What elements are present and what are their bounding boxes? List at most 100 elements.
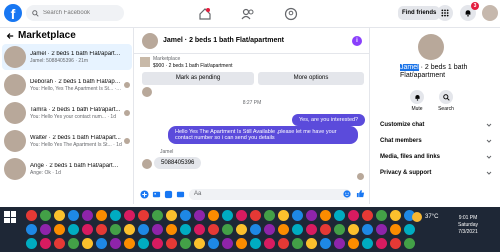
taskbar-app-icon[interactable]	[82, 238, 93, 249]
taskbar-app-icon[interactable]	[320, 238, 331, 249]
system-clock[interactable]: 9:01 PM Saturday 7/3/2021	[455, 215, 481, 236]
conversation-item[interactable]: Walter · 2 beds 1 bath Flat/apart... You…	[2, 128, 132, 154]
taskbar-app-icon[interactable]	[306, 210, 317, 221]
taskbar-app-icon[interactable]	[194, 238, 205, 249]
taskbar-app-icon[interactable]	[348, 224, 359, 235]
taskbar-app-icon[interactable]	[124, 210, 135, 221]
taskbar-app-icon[interactable]	[40, 224, 51, 235]
menu-button[interactable]	[437, 5, 453, 21]
groups-icon[interactable]	[284, 7, 298, 21]
weather-widget[interactable]: 37°C	[412, 212, 438, 222]
taskbar-app-icon[interactable]	[236, 238, 247, 249]
taskbar-app-icon[interactable]	[96, 238, 107, 249]
taskbar-app-icon[interactable]	[110, 238, 121, 249]
taskbar-app-icon[interactable]	[26, 224, 37, 235]
taskbar-app-icon[interactable]	[180, 210, 191, 221]
taskbar-app-icon[interactable]	[264, 224, 275, 235]
mute-button[interactable]: Mute	[405, 90, 429, 112]
taskbar-app-icon[interactable]	[82, 224, 93, 235]
chat-members-row[interactable]: Chat members	[380, 138, 492, 144]
sticker-icon[interactable]	[164, 190, 173, 199]
start-button[interactable]	[4, 211, 16, 223]
avatar[interactable]	[142, 32, 158, 49]
taskbar-app-icon[interactable]	[320, 224, 331, 235]
taskbar-app-icon[interactable]	[194, 224, 205, 235]
gif-icon[interactable]	[176, 190, 185, 199]
taskbar-app-icon[interactable]	[278, 238, 289, 249]
listing-price-title[interactable]: $900 · 2 beds 1 bath Flat/apartment	[153, 63, 233, 69]
taskbar-app-icon[interactable]	[362, 224, 373, 235]
taskbar-app-icon[interactable]	[96, 210, 107, 221]
taskbar-app-icon[interactable]	[82, 210, 93, 221]
taskbar-app-icon[interactable]	[222, 210, 233, 221]
media-files-links-row[interactable]: Media, files and links	[380, 154, 492, 160]
taskbar-app-icon[interactable]	[152, 238, 163, 249]
taskbar-app-icon[interactable]	[306, 238, 317, 249]
taskbar-app-icon[interactable]	[40, 210, 51, 221]
conversation-item[interactable]: Deborah · 2 beds 1 bath Flat/apar... You…	[2, 72, 132, 98]
taskbar-app-icon[interactable]	[404, 238, 415, 249]
taskbar-app-icon[interactable]	[292, 238, 303, 249]
conversation-item[interactable]: Tamra · 2 beds 1 bath Flat/apart... You:…	[2, 100, 132, 126]
taskbar-app-icon[interactable]	[390, 210, 401, 221]
taskbar-app-icon[interactable]	[68, 210, 79, 221]
taskbar-app-icon[interactable]	[124, 224, 135, 235]
thumbs-up-icon[interactable]	[356, 189, 365, 198]
taskbar-app-icon[interactable]	[208, 210, 219, 221]
taskbar-app-icon[interactable]	[138, 224, 149, 235]
taskbar-app-icon[interactable]	[250, 210, 261, 221]
taskbar-app-icon[interactable]	[278, 224, 289, 235]
chat-title[interactable]: Jamel · 2 beds 1 bath Flat/apartment	[163, 37, 284, 44]
taskbar-app-icon[interactable]	[306, 224, 317, 235]
facebook-logo[interactable]: f	[4, 4, 22, 22]
info-icon[interactable]: i	[352, 36, 362, 46]
search-input[interactable]	[43, 10, 123, 16]
taskbar-app-icon[interactable]	[250, 224, 261, 235]
find-friends-button[interactable]: Find friends	[398, 6, 441, 20]
taskbar-app-icon[interactable]	[54, 238, 65, 249]
taskbar-app-icon[interactable]	[40, 238, 51, 249]
taskbar-app-icon[interactable]	[194, 210, 205, 221]
taskbar-app-icon[interactable]	[96, 224, 107, 235]
customize-chat-row[interactable]: Customize chat	[380, 122, 492, 128]
taskbar-app-icon[interactable]	[236, 210, 247, 221]
more-options-button[interactable]: More options	[258, 72, 364, 85]
taskbar-app-icon[interactable]	[362, 210, 373, 221]
taskbar-app-icon[interactable]	[208, 224, 219, 235]
taskbar-app-icon[interactable]	[54, 224, 65, 235]
friends-icon[interactable]	[241, 7, 255, 21]
taskbar-app-icon[interactable]	[124, 238, 135, 249]
taskbar-app-icon[interactable]	[334, 210, 345, 221]
profile-avatar[interactable]	[482, 5, 498, 21]
emoji-icon[interactable]	[343, 190, 351, 198]
taskbar-app-icon[interactable]	[110, 210, 121, 221]
taskbar-app-icon[interactable]	[292, 210, 303, 221]
taskbar-app-icon[interactable]	[68, 238, 79, 249]
back-arrow-icon[interactable]	[6, 32, 14, 40]
taskbar-app-icon[interactable]	[404, 224, 415, 235]
taskbar-app-icon[interactable]	[250, 238, 261, 249]
notifications-button[interactable]: 3	[460, 2, 479, 21]
home-icon[interactable]	[198, 7, 212, 21]
photo-icon[interactable]	[152, 190, 161, 199]
taskbar-app-icon[interactable]	[376, 210, 387, 221]
taskbar-app-icon[interactable]	[222, 224, 233, 235]
taskbar-app-icon[interactable]	[292, 224, 303, 235]
taskbar-app-icon[interactable]	[110, 224, 121, 235]
taskbar-app-icon[interactable]	[264, 238, 275, 249]
taskbar-app-icon[interactable]	[278, 210, 289, 221]
taskbar-app-icon[interactable]	[166, 238, 177, 249]
taskbar-app-icon[interactable]	[180, 238, 191, 249]
taskbar-app-icon[interactable]	[26, 210, 37, 221]
taskbar-app-icon[interactable]	[390, 238, 401, 249]
search-box[interactable]	[26, 5, 124, 21]
conversation-item[interactable]: Ange · 2 beds 1 bath Flat/apartment Ange…	[2, 156, 132, 182]
plus-circle-icon[interactable]	[140, 189, 149, 199]
taskbar-app-icon[interactable]	[208, 238, 219, 249]
taskbar-app-icon[interactable]	[166, 210, 177, 221]
taskbar-app-icon[interactable]	[348, 238, 359, 249]
taskbar-app-icon[interactable]	[68, 224, 79, 235]
taskbar-app-icon[interactable]	[376, 238, 387, 249]
listing-thumbnail[interactable]	[140, 57, 150, 67]
message-input[interactable]: Aa	[189, 189, 351, 200]
